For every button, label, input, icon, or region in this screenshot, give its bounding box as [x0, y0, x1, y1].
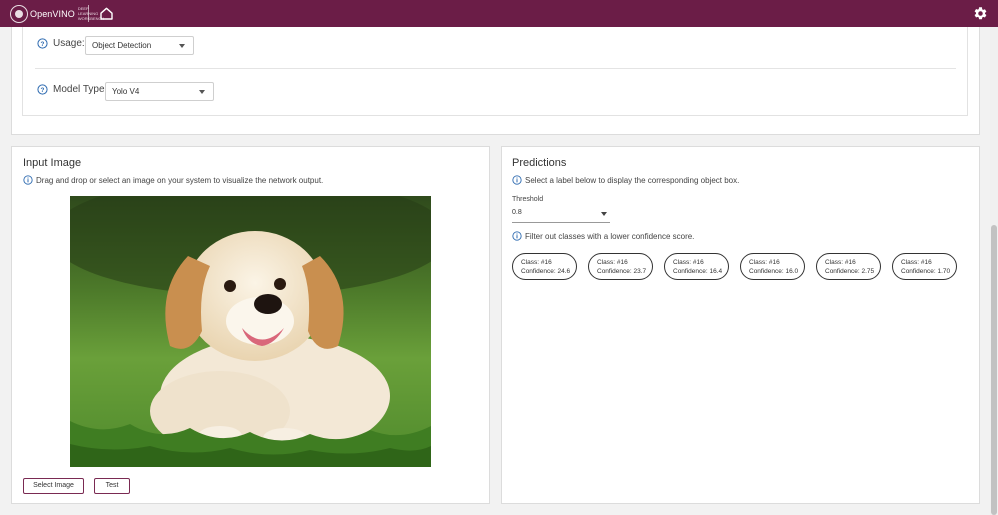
prediction-chip[interactable]: Class: #16 Confidence: 24.6 [512, 253, 577, 280]
input-image-hint: Drag and drop or select an image on your… [23, 175, 323, 185]
svg-text:?: ? [41, 41, 45, 48]
prediction-class: Class: #16 [521, 259, 552, 266]
filter-hint: Filter out classes with a lower confiden… [512, 231, 694, 241]
gear-icon [974, 7, 987, 20]
usage-label: Usage: [53, 38, 85, 49]
threshold-select[interactable]: 0.8 [512, 207, 610, 223]
model-type-select-value: Yolo V4 [112, 87, 140, 96]
usage-select-value: Object Detection [92, 41, 152, 50]
prediction-confidence: Confidence: 2.75 [825, 268, 875, 275]
predictions-hint: Select a label below to display the corr… [512, 175, 739, 185]
prediction-chip[interactable]: Class: #16 Confidence: 2.75 [816, 253, 881, 280]
logo-icon [10, 4, 28, 23]
prediction-class: Class: #16 [901, 259, 932, 266]
settings-button[interactable] [973, 6, 988, 21]
prediction-confidence: Confidence: 1.70 [901, 268, 951, 275]
logo-text: OpenVINO [30, 8, 75, 19]
input-image-title: Input Image [23, 157, 82, 169]
chevron-down-icon [199, 90, 205, 94]
top-bar: OpenVINO DEEP LEARNING WORKBENCH [0, 0, 998, 27]
header-divider [88, 5, 89, 22]
predictions-panel [501, 146, 980, 504]
chevron-down-icon [601, 212, 607, 216]
select-image-button[interactable]: Select Image [23, 478, 84, 494]
test-button[interactable]: Test [94, 478, 130, 494]
predictions-hint-text: Select a label below to display the corr… [525, 175, 740, 185]
help-icon[interactable]: ? [37, 38, 48, 49]
home-icon [100, 7, 113, 20]
openvino-logo[interactable]: OpenVINO DEEP LEARNING WORKBENCH [10, 4, 106, 23]
svg-text:?: ? [41, 87, 45, 94]
input-image-hint-text: Drag and drop or select an image on your… [36, 175, 324, 185]
home-button[interactable] [99, 6, 114, 21]
prediction-confidence: Confidence: 16.0 [749, 268, 799, 275]
prediction-class: Class: #16 [825, 259, 856, 266]
info-icon [23, 175, 33, 185]
puppy-image [70, 196, 431, 467]
row-divider [35, 68, 956, 69]
prediction-chip[interactable]: Class: #16 Confidence: 16.4 [664, 253, 729, 280]
model-type-select[interactable]: Yolo V4 [105, 82, 214, 101]
filter-hint-text: Filter out classes with a lower confiden… [525, 231, 695, 241]
prediction-chip[interactable]: Class: #16 Confidence: 16.0 [740, 253, 805, 280]
predictions-title: Predictions [512, 157, 567, 169]
prediction-chip[interactable]: Class: #16 Confidence: 23.7 [588, 253, 653, 280]
info-icon [512, 175, 522, 185]
prediction-class: Class: #16 [597, 259, 628, 266]
prediction-chip[interactable]: Class: #16 Confidence: 1.70 [892, 253, 957, 280]
threshold-label: Threshold [512, 196, 544, 203]
usage-select[interactable]: Object Detection [85, 36, 194, 55]
input-image-preview [70, 196, 431, 467]
chevron-down-icon [179, 44, 185, 48]
help-icon[interactable]: ? [37, 84, 48, 95]
prediction-confidence: Confidence: 23.7 [597, 268, 647, 275]
scrollbar-thumb[interactable] [991, 225, 997, 515]
prediction-confidence: Confidence: 24.6 [521, 268, 571, 275]
prediction-confidence: Confidence: 16.4 [673, 268, 723, 275]
threshold-value: 0.8 [512, 209, 522, 216]
info-icon [512, 231, 522, 241]
prediction-class: Class: #16 [749, 259, 780, 266]
model-type-label: Model Type: [53, 84, 108, 95]
prediction-class: Class: #16 [673, 259, 704, 266]
